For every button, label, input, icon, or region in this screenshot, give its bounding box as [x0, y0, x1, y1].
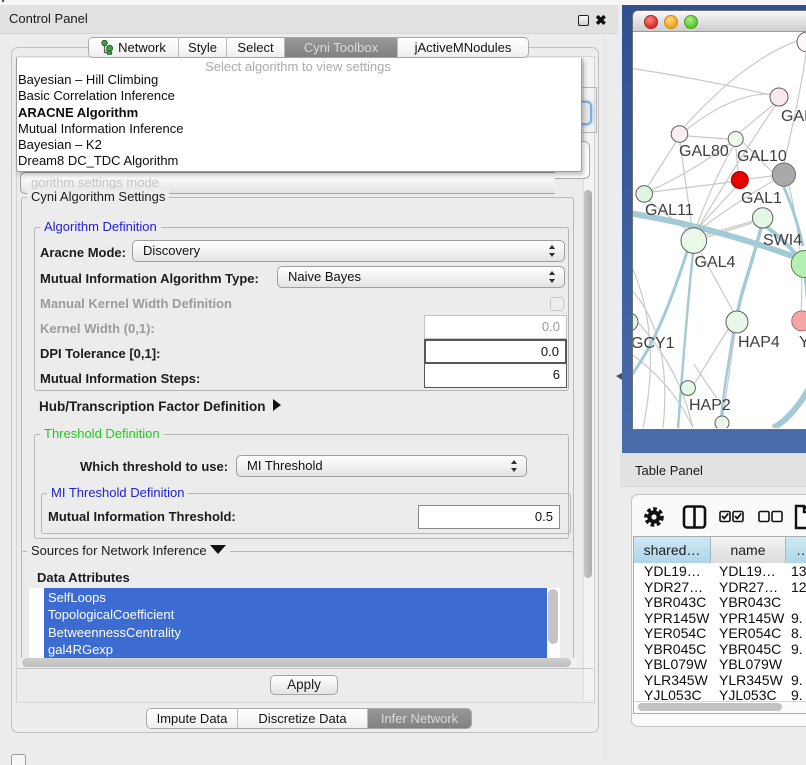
svg-text:Y: Y — [799, 334, 806, 351]
svg-text:SWI4: SWI4 — [763, 232, 802, 249]
svg-text:HAP2: HAP2 — [689, 397, 731, 414]
svg-text:GAL10: GAL10 — [737, 148, 787, 165]
svg-text:HAP4: HAP4 — [738, 334, 780, 351]
svg-text:GCY1: GCY1 — [633, 335, 675, 352]
svg-text:GAL80: GAL80 — [679, 143, 729, 160]
svg-text:GAL4: GAL4 — [695, 254, 736, 271]
svg-text:GAL2: GAL2 — [781, 108, 806, 125]
svg-text:GAL11: GAL11 — [645, 202, 694, 219]
svg-text:GAL1: GAL1 — [741, 190, 782, 207]
